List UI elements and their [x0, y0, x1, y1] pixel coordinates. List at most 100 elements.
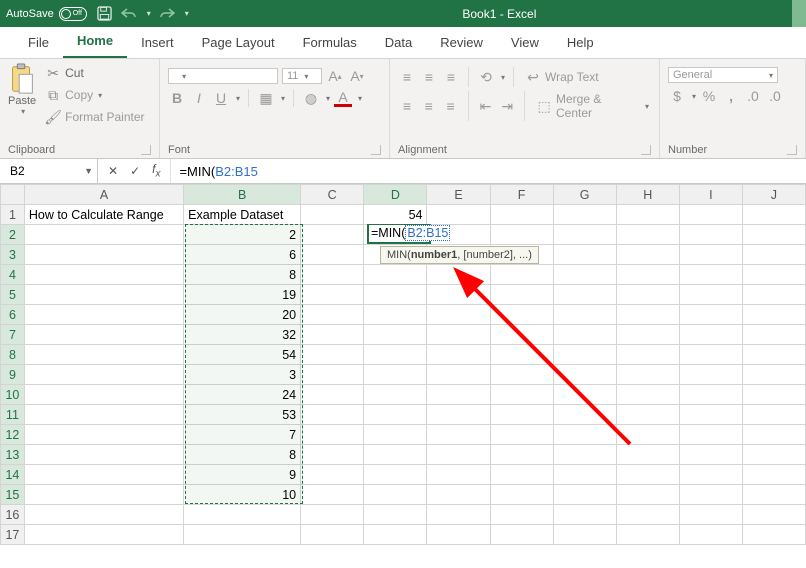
cell[interactable]	[742, 325, 805, 345]
col-G[interactable]: G	[553, 185, 616, 205]
cell[interactable]	[490, 225, 553, 245]
cell[interactable]	[553, 365, 616, 385]
cell[interactable]	[427, 365, 490, 385]
cell[interactable]	[490, 525, 553, 545]
cell[interactable]	[364, 225, 427, 245]
cell[interactable]	[301, 305, 364, 325]
decrease-decimal-icon[interactable]: .0	[766, 87, 784, 105]
row-16[interactable]: 16	[1, 505, 25, 525]
cell[interactable]	[364, 365, 427, 385]
cell[interactable]	[742, 445, 805, 465]
cell[interactable]	[24, 505, 183, 525]
align-middle-icon[interactable]: ≡	[420, 68, 438, 86]
redo-icon[interactable]	[159, 6, 175, 22]
increase-font-icon[interactable]: A▴	[326, 67, 344, 85]
row-3[interactable]: 3	[1, 245, 25, 265]
cell[interactable]	[742, 465, 805, 485]
row-10[interactable]: 10	[1, 385, 25, 405]
row-8[interactable]: 8	[1, 345, 25, 365]
cell[interactable]	[24, 225, 183, 245]
cell[interactable]	[616, 365, 679, 385]
enter-formula-icon[interactable]: ✓	[130, 164, 140, 178]
cell[interactable]: 3	[184, 365, 301, 385]
cell[interactable]	[679, 365, 742, 385]
cell[interactable]	[616, 325, 679, 345]
cell[interactable]	[490, 465, 553, 485]
cell[interactable]	[24, 365, 183, 385]
cell[interactable]	[616, 465, 679, 485]
cell[interactable]	[364, 465, 427, 485]
cell[interactable]	[490, 345, 553, 365]
cell[interactable]	[616, 205, 679, 225]
cell[interactable]: 10	[184, 485, 301, 505]
borders-caret-icon[interactable]: ▾	[281, 94, 285, 103]
cell[interactable]: 2	[184, 225, 301, 245]
cell[interactable]: 7	[184, 425, 301, 445]
grid-area[interactable]: A B C D E F G H I J 1How to Calculate Ra…	[0, 184, 806, 568]
align-top-icon[interactable]: ≡	[398, 68, 416, 86]
cell[interactable]	[364, 245, 427, 265]
name-box[interactable]: B2 ▼	[0, 159, 98, 183]
cell[interactable]	[301, 285, 364, 305]
cell[interactable]	[490, 205, 553, 225]
cell[interactable]	[24, 245, 183, 265]
cell[interactable]	[679, 425, 742, 445]
cell[interactable]	[742, 365, 805, 385]
undo-icon[interactable]	[121, 6, 137, 22]
row-17[interactable]: 17	[1, 525, 25, 545]
cell[interactable]: Example Dataset	[184, 205, 301, 225]
save-icon[interactable]	[97, 6, 113, 22]
cell[interactable]	[301, 405, 364, 425]
cell[interactable]	[679, 325, 742, 345]
cell[interactable]	[301, 425, 364, 445]
cell[interactable]	[616, 245, 679, 265]
cell[interactable]	[490, 485, 553, 505]
fill-caret-icon[interactable]: ▾	[326, 94, 330, 103]
cell[interactable]	[616, 385, 679, 405]
cell[interactable]	[364, 425, 427, 445]
row-2[interactable]: 2	[1, 225, 25, 245]
cell[interactable]	[184, 505, 301, 525]
cell[interactable]	[427, 245, 490, 265]
cell[interactable]	[301, 385, 364, 405]
copy-button[interactable]: ⧉ Copy ▾	[42, 85, 146, 105]
font-color-button[interactable]: A	[334, 89, 352, 107]
clipboard-launcher-icon[interactable]	[141, 145, 151, 155]
cell[interactable]	[364, 285, 427, 305]
cell[interactable]	[427, 225, 490, 245]
decrease-font-icon[interactable]: A▾	[348, 67, 366, 85]
cell[interactable]	[679, 305, 742, 325]
tab-help[interactable]: Help	[553, 29, 608, 58]
number-launcher-icon[interactable]	[787, 145, 797, 155]
number-format-select[interactable]: General▾	[668, 67, 778, 83]
cell[interactable]	[679, 405, 742, 425]
cell[interactable]: 32	[184, 325, 301, 345]
row-14[interactable]: 14	[1, 465, 25, 485]
cell[interactable]	[679, 465, 742, 485]
cell[interactable]	[553, 485, 616, 505]
cancel-formula-icon[interactable]: ✕	[108, 164, 118, 178]
cell[interactable]: 53	[184, 405, 301, 425]
bold-button[interactable]: B	[168, 89, 186, 107]
cell[interactable]: 9	[184, 465, 301, 485]
increase-decimal-icon[interactable]: .0	[744, 87, 762, 105]
row-11[interactable]: 11	[1, 405, 25, 425]
cell[interactable]	[24, 525, 183, 545]
cell[interactable]	[364, 525, 427, 545]
cell[interactable]	[553, 465, 616, 485]
cell[interactable]	[364, 445, 427, 465]
alignment-launcher-icon[interactable]	[641, 145, 651, 155]
cell[interactable]	[742, 505, 805, 525]
cell[interactable]	[427, 325, 490, 345]
wrap-text-button[interactable]: ↩ Wrap Text	[522, 67, 601, 87]
cell[interactable]	[427, 345, 490, 365]
tab-review[interactable]: Review	[426, 29, 497, 58]
cell[interactable]	[490, 245, 553, 265]
merge-center-button[interactable]: ⬚ Merge & Center ▾	[533, 91, 651, 121]
cell[interactable]	[427, 465, 490, 485]
col-A[interactable]: A	[24, 185, 183, 205]
font-size-select[interactable]: 11▾	[282, 68, 322, 84]
cell[interactable]: 6	[184, 245, 301, 265]
align-center-icon[interactable]: ≡	[420, 97, 438, 115]
cell[interactable]	[301, 505, 364, 525]
